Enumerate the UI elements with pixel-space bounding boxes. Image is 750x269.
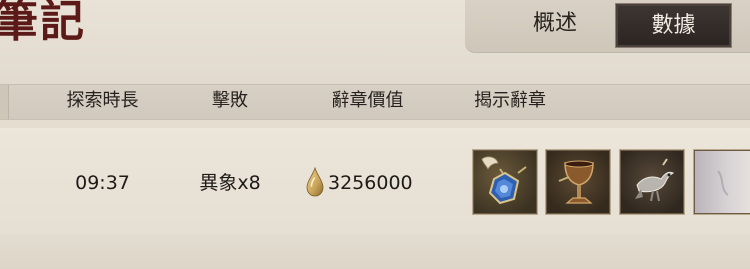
item-slot-2[interactable] xyxy=(546,150,610,214)
column-header-defeated: 擊敗 xyxy=(212,90,248,111)
bird-figurine-icon xyxy=(635,158,675,202)
item-slot-4[interactable] xyxy=(694,150,750,214)
column-header-revealed: 揭示辭章 xyxy=(474,90,546,111)
defeated-count: 異象x8 xyxy=(199,172,261,194)
page-title: 筆記 xyxy=(0,0,86,47)
column-header-time: 探索時長 xyxy=(66,90,139,111)
bottom-strip xyxy=(0,234,750,269)
feather-pendant-icon xyxy=(481,156,527,205)
item-slot-1[interactable] xyxy=(473,150,537,214)
item-slot-3[interactable] xyxy=(620,150,684,214)
tab-overview[interactable]: 概述 xyxy=(500,0,610,47)
value-amount: 3256000 xyxy=(328,172,413,194)
exploration-time: 09:37 xyxy=(75,172,130,194)
tab-data[interactable]: 數據 xyxy=(615,3,732,48)
header-left-cap xyxy=(0,85,9,119)
column-header-value: 辭章價值 xyxy=(331,90,404,111)
partial-item-icon xyxy=(717,170,729,196)
goblet-icon xyxy=(558,160,594,204)
amber-drop-icon xyxy=(305,166,325,197)
